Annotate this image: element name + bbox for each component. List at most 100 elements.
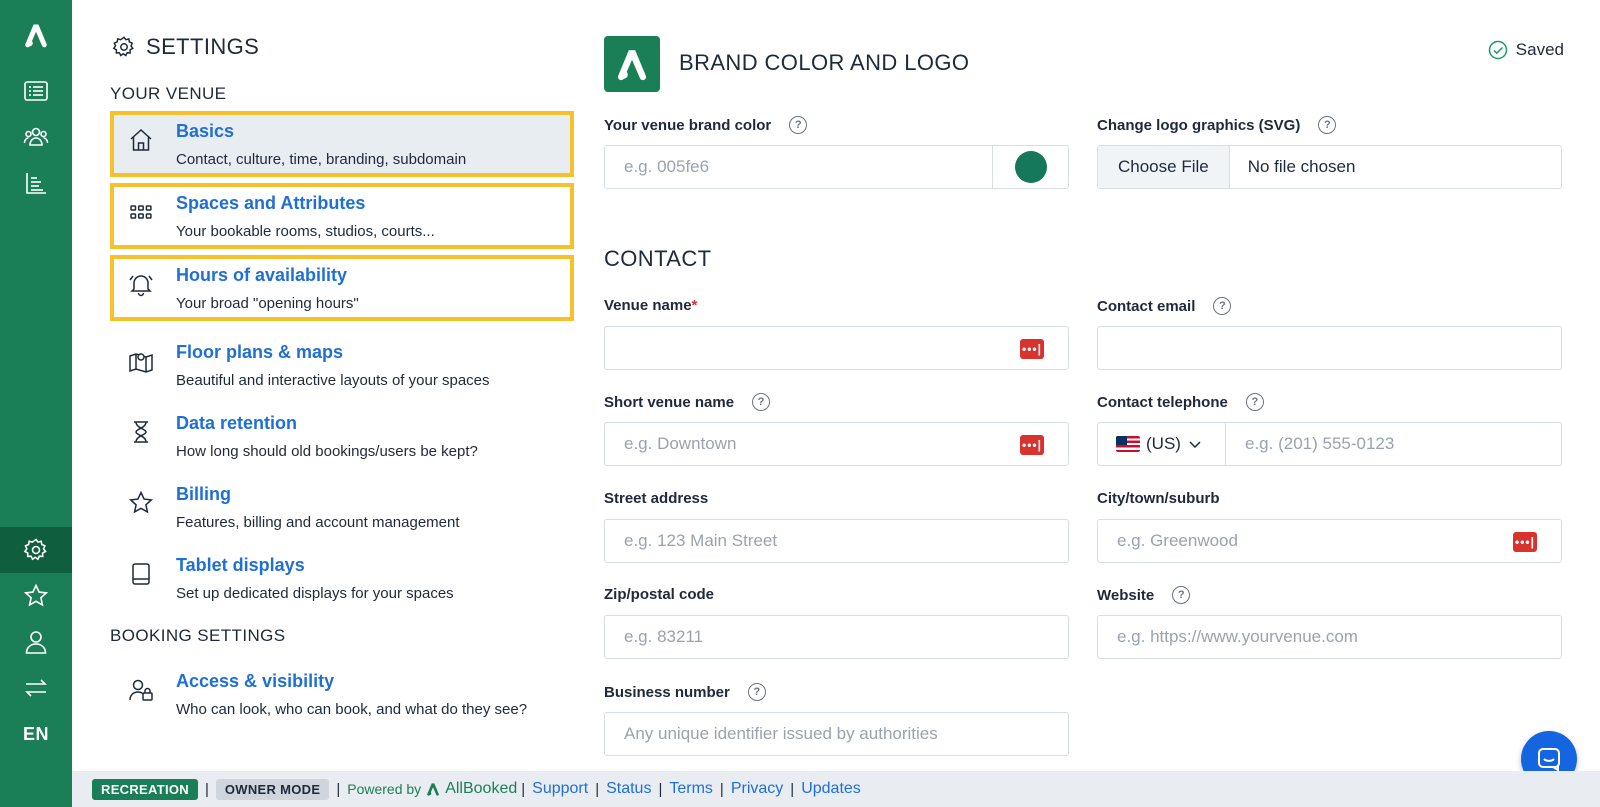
spaces-grid-icon: [128, 199, 154, 225]
footer-separator: |: [790, 780, 795, 798]
field-label-text: Change logo graphics (SVG): [1097, 116, 1301, 134]
brand-color-input[interactable]: e.g. 005fe6: [604, 145, 1069, 189]
settings-gear-icon[interactable]: [0, 527, 72, 573]
nav-item-floor-plans[interactable]: Floor plans & maps Beautiful and interac…: [110, 332, 574, 398]
nav-subtitle: Features, billing and account management: [176, 514, 460, 531]
field-label-text: Venue name: [604, 297, 692, 314]
check-circle-icon: [1488, 40, 1508, 60]
left-rail: EN: [0, 0, 72, 807]
footer-link-updates[interactable]: Updates: [801, 780, 861, 798]
help-icon[interactable]: ?: [1213, 297, 1232, 315]
help-icon[interactable]: ?: [1318, 116, 1337, 134]
venue-logo: [604, 36, 660, 92]
input-placeholder: e.g. https://www.yourvenue.com: [1117, 627, 1358, 646]
nav-subtitle: How long should old bookings/users be ke…: [176, 443, 478, 460]
short-venue-name-label: Short venue name ?: [604, 393, 771, 411]
footer-bar: RECREATION | OWNER MODE | Powered by All…: [72, 771, 1600, 807]
color-picker[interactable]: [992, 146, 1068, 188]
nav-item-basics[interactable]: Basics Contact, culture, time, branding,…: [110, 111, 574, 177]
street-address-input[interactable]: e.g. 123 Main Street: [604, 519, 1069, 563]
field-label-text: Website: [1097, 586, 1155, 604]
password-manager-icon[interactable]: •••|: [1020, 339, 1044, 359]
brand-color-label: Your venue brand color ?: [604, 116, 808, 134]
alarm-bell-icon: [128, 271, 154, 297]
venue-name-input[interactable]: •••|: [604, 326, 1069, 370]
chat-icon: [1538, 748, 1560, 772]
nav-subtitle: Beautiful and interactive layouts of you…: [176, 372, 490, 389]
user-icon[interactable]: [0, 619, 72, 665]
field-label-text: City/town/suburb: [1097, 490, 1220, 507]
password-manager-icon[interactable]: •••|: [1513, 532, 1537, 552]
bookings-list-icon[interactable]: [0, 68, 72, 114]
nav-item-data-retention[interactable]: Data retention How long should old booki…: [110, 403, 574, 469]
footer-link-status[interactable]: Status: [606, 780, 651, 798]
nav-item-hours[interactable]: Hours of availability Your broad "openin…: [110, 255, 574, 321]
chevron-down-icon: [1189, 441, 1201, 449]
contact-telephone-label: Contact telephone ?: [1097, 393, 1264, 411]
switch-arrows-icon[interactable]: [0, 665, 72, 711]
field-label-text: Short venue name: [604, 393, 735, 411]
required-asterisk: *: [691, 297, 698, 314]
tablet-icon: [128, 561, 154, 587]
help-icon[interactable]: ?: [752, 393, 771, 411]
us-flag-icon: [1116, 436, 1140, 452]
input-placeholder: e.g. Downtown: [624, 434, 737, 453]
footer-separator: |: [658, 780, 663, 798]
nav-title: Data retention: [176, 413, 298, 433]
business-number-input[interactable]: Any unique identifier issued by authorit…: [604, 712, 1069, 756]
saved-status: Saved: [1488, 40, 1564, 60]
password-manager-icon[interactable]: •••|: [1020, 435, 1044, 455]
nav-subtitle: Your broad "opening hours": [176, 295, 359, 312]
users-icon[interactable]: [0, 114, 72, 160]
short-venue-name-input[interactable]: e.g. Downtown •••|: [604, 422, 1069, 466]
zip-input[interactable]: e.g. 83211: [604, 615, 1069, 659]
contact-email-input[interactable]: [1097, 326, 1562, 370]
nav-title: Access & visibility: [176, 671, 335, 691]
footer-link-support[interactable]: Support: [532, 780, 588, 798]
language-label: EN: [22, 723, 49, 744]
input-placeholder: e.g. 123 Main Street: [624, 531, 778, 550]
footer-link-terms[interactable]: Terms: [669, 780, 713, 798]
contact-telephone-input[interactable]: (US) e.g. (201) 555-0123: [1097, 422, 1562, 466]
choose-file-button[interactable]: Choose File: [1098, 146, 1230, 188]
nav-item-access-visibility[interactable]: Access & visibility Who can look, who ca…: [110, 661, 574, 727]
powered-by[interactable]: Powered by AllBooked: [347, 780, 517, 798]
input-placeholder: e.g. Greenwood: [1117, 531, 1238, 550]
star-icon[interactable]: [0, 573, 72, 619]
footer-separator: |: [204, 780, 209, 798]
owner-mode-badge[interactable]: OWNER MODE: [215, 778, 330, 800]
reports-icon[interactable]: [0, 160, 72, 206]
user-lock-icon: [128, 677, 154, 703]
help-icon[interactable]: ?: [1245, 393, 1264, 411]
map-pin-icon: [128, 348, 154, 374]
logo-graphics-label: Change logo graphics (SVG) ?: [1097, 116, 1337, 134]
nav-subtitle: Contact, culture, time, branding, subdom…: [176, 151, 467, 168]
city-input[interactable]: e.g. Greenwood •••|: [1097, 519, 1562, 563]
country-code: (US): [1146, 434, 1181, 453]
recreation-badge[interactable]: RECREATION: [92, 778, 198, 800]
field-label-text: Contact email: [1097, 297, 1196, 315]
help-icon[interactable]: ?: [789, 116, 808, 134]
settings-title: SETTINGS: [146, 34, 260, 59]
help-icon[interactable]: ?: [747, 683, 766, 701]
venue-name-label: Venue name*: [604, 297, 697, 314]
nav-item-spaces[interactable]: Spaces and Attributes Your bookable room…: [110, 183, 574, 249]
field-label-text: Street address: [604, 490, 709, 507]
nav-item-tablet-displays[interactable]: Tablet displays Set up dedicated display…: [110, 545, 574, 611]
contact-section-title: CONTACT: [604, 246, 712, 271]
nav-subtitle: Your bookable rooms, studios, courts...: [176, 223, 435, 240]
help-icon[interactable]: ?: [1172, 586, 1191, 604]
country-code-select[interactable]: (US): [1098, 423, 1226, 465]
website-input[interactable]: e.g. https://www.yourvenue.com: [1097, 615, 1562, 659]
nav-title: Hours of availability: [176, 265, 348, 285]
booking-settings-label: BOOKING SETTINGS: [110, 626, 286, 645]
hourglass-icon: [128, 419, 154, 445]
allbooked-logo-icon[interactable]: [0, 12, 72, 58]
nav-subtitle: Set up dedicated displays for your space…: [176, 585, 454, 602]
language-switch[interactable]: EN: [0, 711, 72, 757]
footer-link-privacy[interactable]: Privacy: [731, 780, 783, 798]
settings-gear-icon: [112, 36, 134, 57]
zip-label: Zip/postal code: [604, 586, 714, 603]
logo-file-input[interactable]: Choose File No file chosen: [1097, 145, 1562, 189]
nav-item-billing[interactable]: Billing Features, billing and account ma…: [110, 474, 574, 540]
